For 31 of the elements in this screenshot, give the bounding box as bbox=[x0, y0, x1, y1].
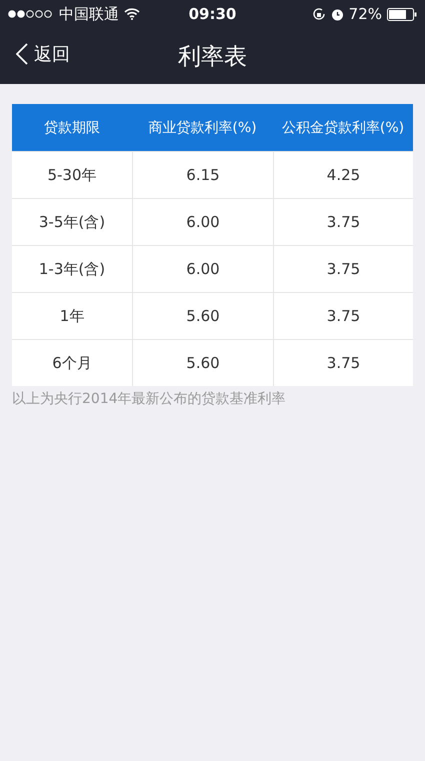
table-cell: 4.25 bbox=[273, 151, 413, 198]
alarm-icon bbox=[330, 8, 344, 20]
table-cell: 1-3年(含) bbox=[12, 245, 132, 292]
table-cell: 3.75 bbox=[273, 198, 413, 245]
status-time: 09:30 bbox=[188, 5, 236, 23]
table-cell: 5.60 bbox=[132, 292, 273, 339]
table-cell: 3.75 bbox=[273, 292, 413, 339]
table-cell: 6.00 bbox=[132, 198, 273, 245]
footnote: 以上为央行2014年最新公布的贷款基准利率 bbox=[12, 390, 287, 408]
chevron-left-icon bbox=[16, 43, 28, 65]
table-cell: 3-5年(含) bbox=[12, 198, 132, 245]
battery-percent: 72% bbox=[348, 5, 382, 23]
table-cell: 3.75 bbox=[273, 339, 413, 386]
table-cell: 6.00 bbox=[132, 245, 273, 292]
back-button[interactable]: 返回 bbox=[16, 42, 70, 66]
wifi-icon bbox=[124, 8, 140, 20]
rotation-lock-icon bbox=[312, 7, 326, 21]
table-cell: 3.75 bbox=[273, 245, 413, 292]
signal-icon bbox=[8, 10, 54, 18]
column-header: 公积金贷款利率(%) bbox=[273, 104, 413, 151]
column-header: 贷款期限 bbox=[12, 104, 132, 151]
table-cell: 6个月 bbox=[12, 339, 132, 386]
table-cell: 1年 bbox=[12, 292, 132, 339]
back-label: 返回 bbox=[34, 43, 70, 66]
carrier-name: 中国联通 bbox=[59, 4, 119, 24]
page-title: 利率表 bbox=[178, 42, 247, 72]
battery-icon bbox=[387, 8, 417, 20]
table-cell: 5.60 bbox=[132, 339, 273, 386]
column-header: 商业贷款利率(%) bbox=[132, 104, 273, 151]
table-cell: 5-30年 bbox=[12, 151, 132, 198]
table-cell: 6.15 bbox=[132, 151, 273, 198]
